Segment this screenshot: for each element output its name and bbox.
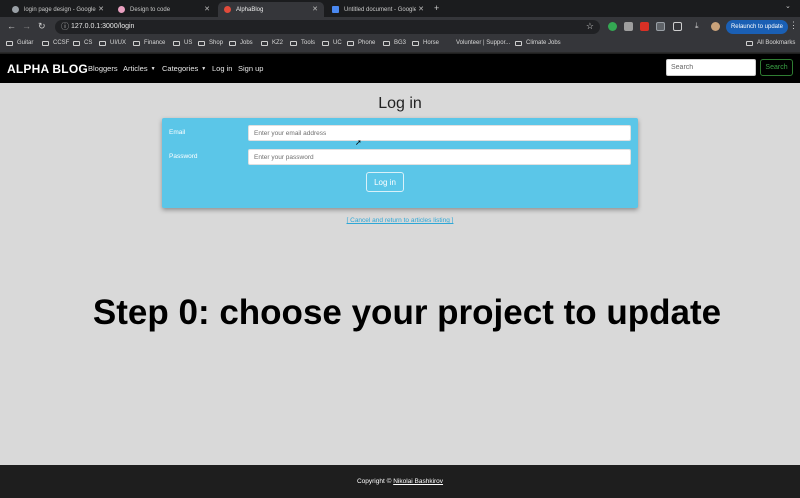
bookmark-folder-guitar[interactable]: Guitar xyxy=(6,40,33,46)
bookmark-folder-uiux[interactable]: UI/UX xyxy=(99,40,126,46)
google-favicon-icon xyxy=(12,6,19,13)
folder-icon xyxy=(261,40,268,46)
copyright-prefix: Copyright © xyxy=(356,478,392,485)
design-favicon-icon xyxy=(118,6,125,13)
nav-categories-dropdown[interactable]: Categories ▼ xyxy=(162,64,206,73)
tab-title: Design to code xyxy=(130,6,171,13)
all-bookmarks[interactable]: All Bookmarks xyxy=(746,40,795,46)
cancel-return-link[interactable]: [ Cancel and return to articles listing … xyxy=(0,217,800,224)
alphablog-favicon-icon xyxy=(224,6,231,13)
mouse-cursor-icon: ➚ xyxy=(355,138,362,147)
bookmark-folder-bg3[interactable]: BG3 xyxy=(383,40,406,46)
extension-red-icon[interactable] xyxy=(640,22,649,31)
bookmark-folder-finance[interactable]: Finance xyxy=(133,40,165,46)
tab-alphablog[interactable]: AlphaBlog ✕ xyxy=(218,2,324,17)
bookmark-folder-uc[interactable]: UC xyxy=(322,40,342,46)
folder-icon xyxy=(6,40,13,46)
folder-icon xyxy=(322,40,329,46)
address-bar[interactable]: ⓘ 127.0.0.1:3000/login ☆ xyxy=(55,20,600,34)
folder-icon xyxy=(347,40,354,46)
login-form: Email Password Log in xyxy=(162,118,638,208)
folder-icon xyxy=(173,40,180,46)
plus-icon[interactable]: + xyxy=(434,3,439,13)
close-icon[interactable]: ✕ xyxy=(204,5,210,13)
tab-title: login page design - Google S xyxy=(24,6,102,13)
search-button[interactable]: Search xyxy=(760,59,793,76)
extension-gray-icon[interactable] xyxy=(624,22,633,31)
chevron-down-icon[interactable]: ⌄ xyxy=(785,2,791,10)
bookmark-folder-kz2[interactable]: KZ2 xyxy=(261,40,283,46)
bookmark-folder-phone[interactable]: Phone xyxy=(347,40,375,46)
close-icon[interactable]: ✕ xyxy=(416,5,424,13)
bookmark-folder-horse[interactable]: Horse xyxy=(412,40,439,46)
bookmark-folder-climate-jobs[interactable]: Climate Jobs xyxy=(515,40,561,46)
folder-icon xyxy=(515,40,522,46)
bookmark-star-icon[interactable]: ☆ xyxy=(586,21,594,32)
tab-title: Untitled document - Google D xyxy=(344,6,424,13)
author-link[interactable]: Nikolai Bashkirov xyxy=(393,478,443,485)
more-menu-icon[interactable]: ⋮ xyxy=(789,20,798,31)
extension-green-icon[interactable] xyxy=(608,22,617,31)
bookmark-folder-jobs[interactable]: Jobs xyxy=(229,40,253,46)
extension-box-icon[interactable] xyxy=(656,22,665,31)
tab-login-page-design[interactable]: login page design - Google S ✕ xyxy=(6,2,110,17)
site-footer: Copyright © Nikolai Bashkirov xyxy=(0,465,800,498)
google-docs-favicon-icon xyxy=(332,6,339,13)
relaunch-to-update-button[interactable]: Relaunch to update xyxy=(726,20,788,34)
bookmarks-bar: Guitar CCSF CS UI/UX Finance US Shop Job… xyxy=(0,37,800,53)
password-field[interactable] xyxy=(248,149,631,165)
nav-bloggers[interactable]: Bloggers xyxy=(88,64,118,73)
reload-icon[interactable]: ↻ xyxy=(38,21,46,32)
nav-signup[interactable]: Sign up xyxy=(238,64,263,73)
folder-icon xyxy=(42,40,49,46)
folder-icon xyxy=(198,40,205,46)
login-button[interactable]: Log in xyxy=(366,172,404,192)
folder-icon xyxy=(133,40,140,46)
nav-articles-dropdown[interactable]: Articles ▼ xyxy=(123,64,156,73)
folder-icon xyxy=(746,40,753,46)
tab-title: AlphaBlog xyxy=(236,6,264,13)
brand-logo[interactable]: ALPHA BLOG xyxy=(7,62,88,76)
bookmark-folder-us[interactable]: US xyxy=(173,40,192,46)
bookmark-volunteer[interactable]: Volunteer | Suppor... xyxy=(456,40,510,46)
site-info-icon[interactable]: ⓘ xyxy=(61,21,69,32)
tab-design-to-code[interactable]: Design to code ✕ xyxy=(112,2,216,17)
browser-tab-strip: login page design - Google S ✕ Design to… xyxy=(0,0,800,17)
email-label: Email xyxy=(169,129,186,136)
copyright-text: Copyright © Nikolai Bashkirov xyxy=(0,478,800,485)
close-icon[interactable]: ✕ xyxy=(312,5,318,13)
password-label: Password xyxy=(169,153,198,160)
download-icon[interactable]: ⤓ xyxy=(695,21,699,31)
folder-icon xyxy=(383,40,390,46)
page-title: Log in xyxy=(378,95,422,112)
extensions-puzzle-icon[interactable] xyxy=(673,22,682,31)
bookmark-folder-ccsf[interactable]: CCSF xyxy=(42,40,69,46)
caret-down-icon: ▼ xyxy=(150,66,156,72)
search-input[interactable] xyxy=(666,59,756,76)
caret-down-icon: ▼ xyxy=(201,66,207,72)
folder-icon xyxy=(229,40,236,46)
bookmark-folder-tools[interactable]: Tools xyxy=(290,40,315,46)
forward-arrow-icon[interactable]: → xyxy=(22,21,31,31)
bookmark-folder-shop[interactable]: Shop xyxy=(198,40,223,46)
profile-avatar-icon[interactable] xyxy=(711,22,720,31)
email-field[interactable] xyxy=(248,125,631,141)
site-navbar: ALPHA BLOG Bloggers Articles ▼ Categories… xyxy=(0,54,800,83)
folder-icon xyxy=(99,40,106,46)
folder-icon xyxy=(73,40,80,46)
bookmark-folder-cs[interactable]: CS xyxy=(73,40,92,46)
nav-articles-label: Articles xyxy=(123,64,148,73)
back-arrow-icon[interactable]: ← xyxy=(7,21,16,31)
nav-login[interactable]: Log in xyxy=(212,64,232,73)
folder-icon xyxy=(290,40,297,46)
nav-categories-label: Categories xyxy=(162,64,199,73)
close-icon[interactable]: ✕ xyxy=(96,5,104,13)
main-content: Log in Email Password Log in ➚ [ Cancel … xyxy=(0,83,800,465)
step-caption-overlay: Step 0: choose your project to update xyxy=(92,293,722,332)
url-text: 127.0.0.1:3000/login xyxy=(71,23,135,30)
tab-untitled-document[interactable]: Untitled document - Google D ✕ xyxy=(326,2,430,17)
folder-icon xyxy=(412,40,419,46)
browser-toolbar: ← → ↻ ⓘ 127.0.0.1:3000/login ☆ ⤓ Relaunc… xyxy=(0,17,800,37)
